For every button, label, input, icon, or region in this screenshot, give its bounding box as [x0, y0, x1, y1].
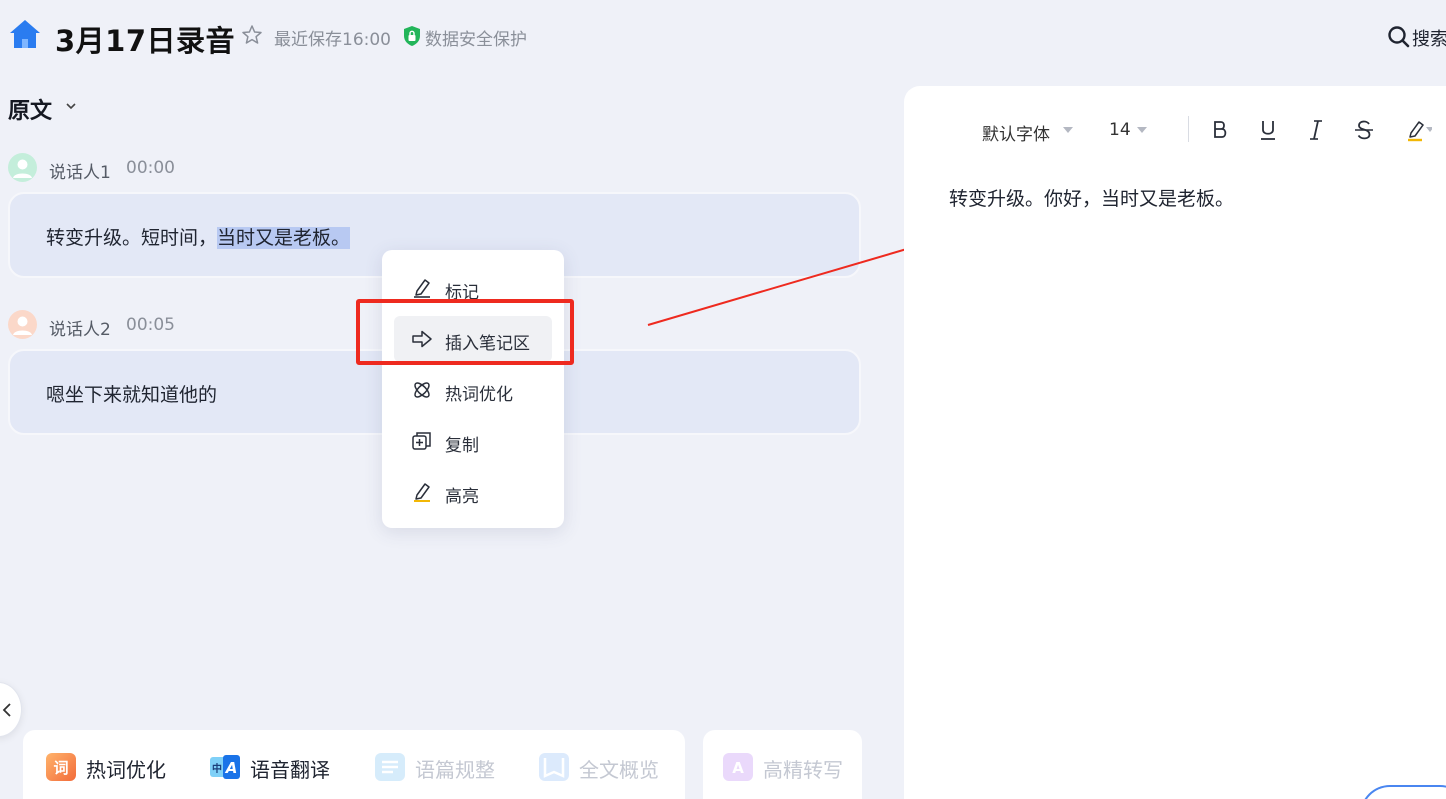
avatar: [8, 310, 37, 339]
menu-label: 高亮: [445, 487, 479, 507]
overview-icon: [539, 753, 569, 781]
avatar: [8, 153, 37, 182]
strikethrough-button[interactable]: [1350, 116, 1378, 144]
caret-down-icon[interactable]: [1136, 126, 1148, 134]
chevron-down-icon[interactable]: [64, 99, 78, 113]
bottom-toolbar-secondary: A 高精转写: [703, 730, 862, 799]
segment-timestamp[interactable]: 00:05: [126, 315, 175, 335]
svg-text:A: A: [732, 759, 744, 777]
search-button[interactable]: 搜索: [1412, 25, 1446, 51]
tool-label: 语音翻译: [250, 758, 330, 782]
transcript-title[interactable]: 原文: [8, 93, 52, 125]
highlighter-icon: [1408, 121, 1434, 142]
shield-lock-icon: [404, 26, 420, 46]
segment-timestamp[interactable]: 00:00: [126, 158, 175, 178]
annotation-highlight-box: [356, 299, 574, 365]
selected-text[interactable]: 当时又是老板。: [217, 227, 351, 249]
tool-label: 全文概览: [579, 758, 659, 782]
editor-content[interactable]: 转变升级。你好，当时又是老板。: [949, 184, 1234, 211]
collapse-button[interactable]: [0, 682, 22, 737]
context-menu: 标记 插入笔记区 热词优化 复制 高亮: [382, 250, 564, 528]
save-status: 最近保存16:00: [274, 30, 391, 50]
italic-button[interactable]: [1302, 116, 1330, 144]
search-icon[interactable]: [1387, 25, 1411, 49]
font-family-select[interactable]: 默认字体: [982, 120, 1050, 145]
atom-icon: [414, 382, 430, 398]
strikethrough-icon: [1355, 120, 1373, 140]
bold-icon: [1214, 121, 1227, 138]
user-icon: [13, 159, 32, 178]
speaker-name[interactable]: 说话人2: [49, 315, 111, 340]
menu-label: 热词优化: [445, 385, 513, 405]
bottom-toolbar: 词 热词优化 中 A 语音翻译 语篇规整 全文概览: [23, 730, 685, 799]
user-icon: [13, 316, 32, 335]
menu-item-highlight[interactable]: 高亮: [394, 469, 552, 515]
star-icon[interactable]: [241, 24, 263, 46]
security-label[interactable]: 数据安全保护: [425, 25, 527, 50]
copy-icon: [412, 432, 431, 450]
highlighter-icon: [414, 483, 430, 502]
underline-button[interactable]: [1254, 116, 1282, 144]
translate-icon: 中 A: [210, 753, 240, 781]
hq-transcribe-icon: A: [723, 753, 753, 781]
tool-label: 热词优化: [86, 758, 166, 782]
page-title[interactable]: 3月17日录音: [55, 18, 235, 60]
hotword-icon: 词: [46, 753, 76, 781]
notes-editor: 默认字体 14 转变升级。你好，当时又是老板。: [904, 86, 1446, 799]
toolbar-divider: [1188, 116, 1189, 142]
svg-text:A: A: [225, 759, 238, 777]
svg-text:中: 中: [212, 762, 222, 775]
font-size-select[interactable]: 14: [1109, 120, 1131, 140]
menu-item-copy[interactable]: 复制: [394, 418, 552, 464]
pen-mark-icon: [414, 279, 430, 298]
speaker-name[interactable]: 说话人1: [49, 158, 111, 183]
chevron-left-icon: [2, 703, 11, 717]
caret-down-icon[interactable]: [1062, 126, 1074, 134]
highlight-color-button[interactable]: [1404, 116, 1434, 144]
underline-icon: [1261, 121, 1275, 140]
tool-label: 语篇规整: [415, 758, 495, 782]
menu-item-hotword[interactable]: 热词优化: [394, 367, 552, 413]
home-icon[interactable]: [8, 18, 42, 50]
bold-button[interactable]: [1206, 116, 1234, 144]
menu-label: 复制: [445, 436, 479, 456]
format-icon: [375, 753, 405, 781]
italic-icon: [1310, 120, 1322, 140]
segment-text-plain: 转变升级。短时间，: [46, 227, 218, 249]
segment-text[interactable]: 嗯坐下来就知道他的: [46, 380, 217, 407]
segment-text[interactable]: 转变升级。短时间，当时又是老板。: [46, 223, 351, 250]
svg-text:词: 词: [53, 759, 68, 777]
tool-label: 高精转写: [763, 758, 843, 782]
header: 3月17日录音 最近保存16:00 数据安全保护 搜索: [0, 0, 1446, 72]
